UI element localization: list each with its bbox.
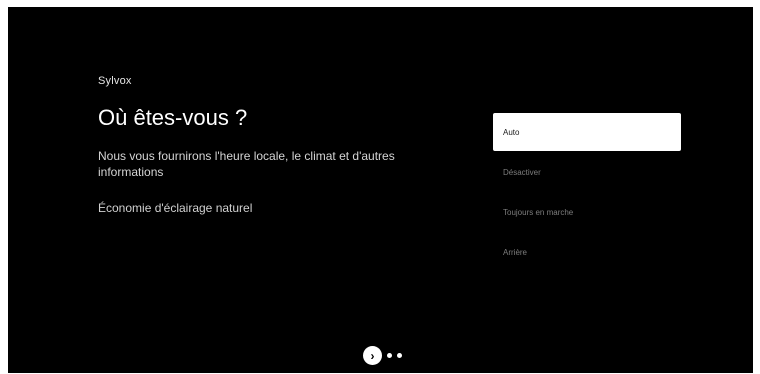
option-toujours-en-marche[interactable]: Toujours en marche bbox=[493, 193, 681, 231]
option-label: Désactiver bbox=[503, 167, 541, 177]
page-dot bbox=[397, 353, 402, 358]
option-auto[interactable]: Auto bbox=[493, 113, 681, 151]
option-label: Auto bbox=[503, 127, 520, 137]
option-desactiver[interactable]: Désactiver bbox=[493, 153, 681, 191]
pager: › bbox=[363, 346, 402, 365]
options-list: Auto Désactiver Toujours en marche Arriè… bbox=[493, 113, 681, 273]
page-dot bbox=[387, 353, 392, 358]
option-label: Toujours en marche bbox=[503, 207, 574, 217]
option-arriere[interactable]: Arrière bbox=[493, 233, 681, 271]
next-button[interactable]: › bbox=[363, 346, 382, 365]
option-label: Arrière bbox=[503, 247, 528, 257]
page-description: Nous vous fournirons l'heure locale, le … bbox=[98, 149, 395, 179]
tv-screen: Sylvox Où êtes-vous ? Nous vous fourniro… bbox=[8, 7, 753, 373]
chevron-right-icon: › bbox=[370, 348, 375, 363]
page-title: Où êtes-vous ? bbox=[98, 105, 248, 130]
brand-logo: Sylvox bbox=[98, 75, 132, 87]
sub-setting-label: Économie d'éclairage naturel bbox=[98, 201, 253, 215]
